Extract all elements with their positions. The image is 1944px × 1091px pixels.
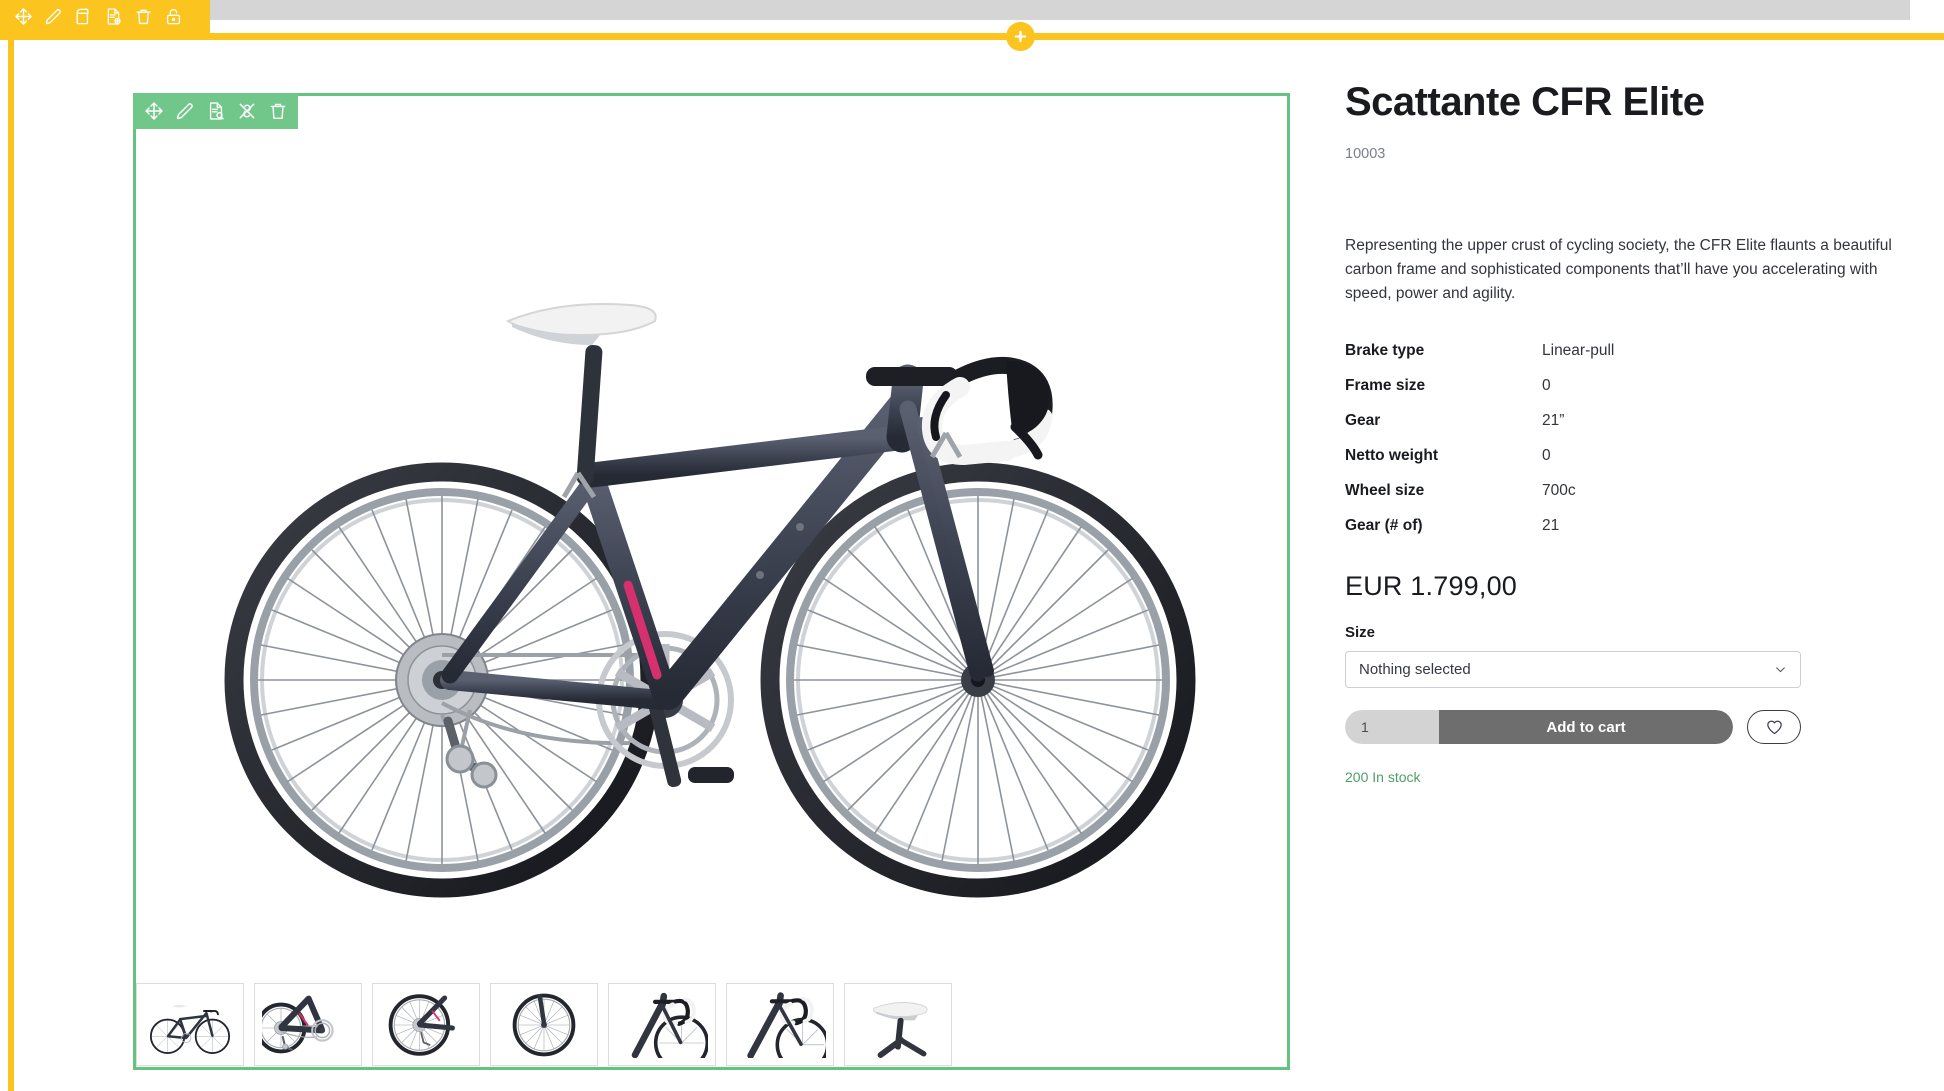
thumbnail-drivetrain[interactable] <box>254 983 362 1066</box>
heart-icon <box>1766 719 1783 735</box>
move-icon[interactable] <box>8 2 38 32</box>
size-select[interactable]: Nothing selected <box>1345 651 1801 689</box>
chevron-down-icon <box>1774 663 1787 676</box>
quantity-input[interactable] <box>1345 710 1439 745</box>
size-label: Size <box>1345 624 1376 642</box>
thumbnail-rear-wheel[interactable] <box>372 983 480 1066</box>
size-select-value: Nothing selected <box>1359 661 1471 679</box>
document-search-icon[interactable] <box>200 96 231 127</box>
horizontal-scrollbar[interactable] <box>210 0 1910 20</box>
product-info-pane: Scattante CFR Elite 10003 Representing t… <box>1345 80 1905 785</box>
document-add-icon[interactable] <box>98 2 128 32</box>
editor-canvas: Scattante CFR Elite 10003 Representing t… <box>0 0 1944 1091</box>
spec-value: 0 <box>1542 377 1551 395</box>
thumbnail-saddle[interactable] <box>844 983 952 1066</box>
spec-value: 21 <box>1542 517 1560 535</box>
spec-row: Wheel size 700c <box>1345 482 1905 500</box>
spec-value: 21” <box>1542 412 1565 430</box>
thumbnail-strip <box>136 983 952 1066</box>
thumbnail-full-bike[interactable] <box>136 983 244 1066</box>
product-title: Scattante CFR Elite <box>1345 80 1705 124</box>
add-block-button[interactable] <box>1006 22 1035 51</box>
spec-row: Brake type Linear-pull <box>1345 342 1905 360</box>
add-to-cart-button[interactable]: Add to cart <box>1439 710 1733 745</box>
spec-key: Gear <box>1345 412 1381 430</box>
unlink-icon[interactable] <box>231 96 262 127</box>
wishlist-button[interactable] <box>1747 710 1801 745</box>
lock-icon[interactable] <box>158 2 188 32</box>
page-top-border <box>0 33 1944 40</box>
spec-value: 0 <box>1542 447 1551 465</box>
duplicate-icon[interactable] <box>68 2 98 32</box>
spec-key: Wheel size <box>1345 482 1425 500</box>
thumbnail-handlebar-b[interactable] <box>726 983 834 1066</box>
page-toolbar <box>0 0 210 33</box>
product-sku: 10003 <box>1345 146 1386 162</box>
spec-row: Netto weight 0 <box>1345 447 1905 465</box>
spec-row: Frame size 0 <box>1345 377 1905 395</box>
spec-value: Linear-pull <box>1542 342 1615 360</box>
spec-key: Gear (# of) <box>1345 517 1423 535</box>
spec-key: Frame size <box>1345 377 1426 395</box>
cart-actions: Add to cart <box>1345 710 1905 745</box>
spec-value: 700c <box>1542 482 1576 500</box>
edit-pencil-icon[interactable] <box>169 96 200 127</box>
thumbnail-front-wheel[interactable] <box>490 983 598 1066</box>
spec-row: Gear (# of) 21 <box>1345 517 1905 535</box>
page-left-border <box>8 40 14 1091</box>
thumbnail-handlebar-a[interactable] <box>608 983 716 1066</box>
move-icon[interactable] <box>138 96 169 127</box>
stock-status: 200 In stock <box>1345 769 1421 786</box>
trash-icon[interactable] <box>262 96 293 127</box>
block-toolbar <box>133 93 298 129</box>
spec-row: Gear 21” <box>1345 412 1905 430</box>
quantity-and-cart: Add to cart <box>1345 710 1733 745</box>
trash-icon[interactable] <box>128 2 158 32</box>
spec-key: Brake type <box>1345 342 1425 360</box>
product-description: Representing the upper crust of cycling … <box>1345 237 1892 303</box>
edit-pencil-icon[interactable] <box>38 2 68 32</box>
product-specs-table: Brake type Linear-pull Frame size 0 Gear… <box>1345 342 1905 535</box>
product-hero-image[interactable] <box>150 150 1270 940</box>
spec-key: Netto weight <box>1345 447 1438 465</box>
product-price: EUR 1.799,00 <box>1345 571 1518 602</box>
